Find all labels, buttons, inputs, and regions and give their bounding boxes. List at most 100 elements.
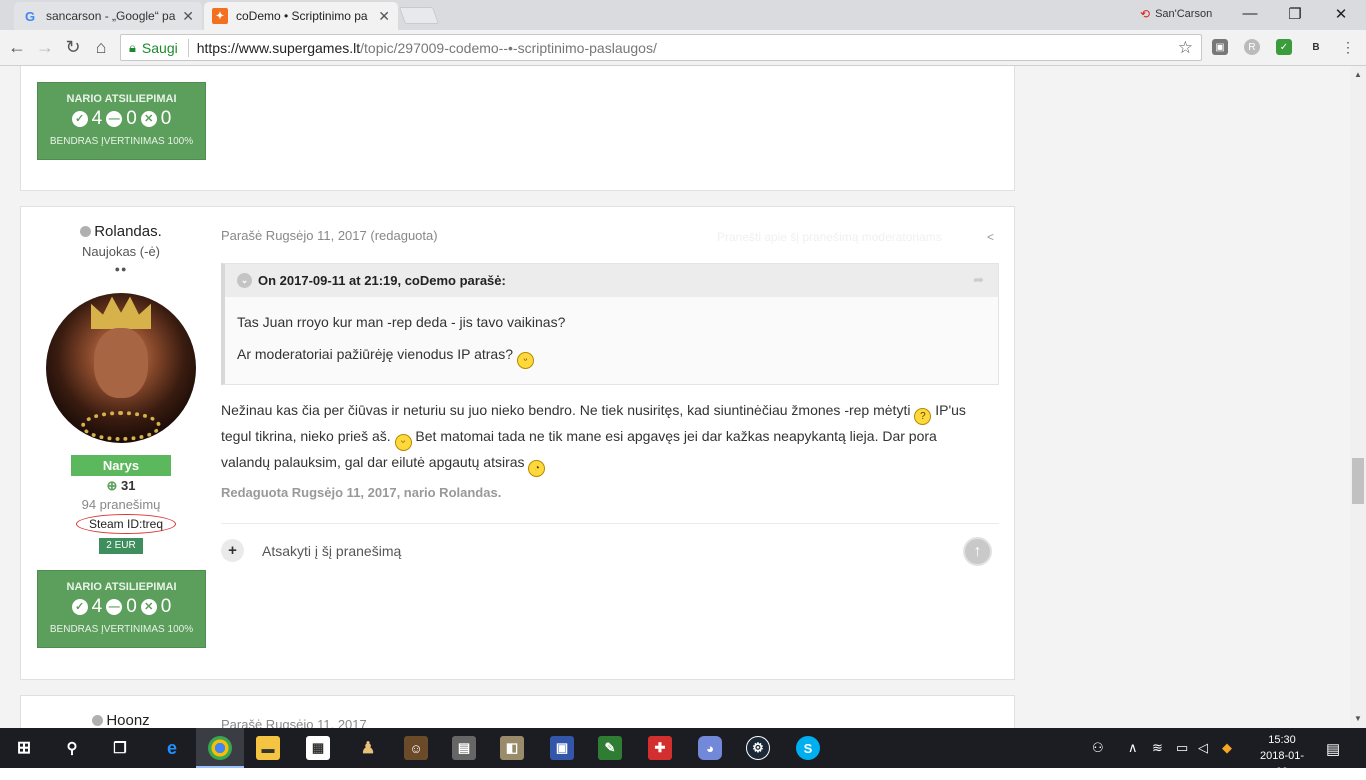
- search-icon[interactable]: ⚲: [60, 736, 84, 760]
- windows-start-icon[interactable]: ⊞: [12, 736, 36, 760]
- positive-count: 4: [91, 108, 103, 129]
- author-name[interactable]: Rolandas.: [94, 223, 162, 240]
- page-scrollbar[interactable]: ▲ ▼: [1350, 66, 1366, 728]
- time: 15:30: [1268, 734, 1296, 746]
- store-icon[interactable]: ▦: [306, 736, 330, 760]
- lock-icon: 🔒︎: [129, 39, 136, 55]
- menu-icon[interactable]: ⋮: [1340, 39, 1356, 55]
- edge-icon[interactable]: e: [160, 736, 184, 760]
- crown-graphic: [91, 296, 151, 329]
- home-icon[interactable]: ⌂: [90, 37, 112, 58]
- task-view-icon[interactable]: ❐: [108, 736, 132, 760]
- close-tab-icon[interactable]: ✕: [182, 8, 194, 25]
- new-tab-button[interactable]: [398, 7, 440, 24]
- scroll-up-arrow-icon[interactable]: ▲: [1354, 70, 1362, 79]
- separator: [187, 38, 189, 57]
- post-date[interactable]: Parašė Rugsėjo 11, 2017: [221, 717, 367, 728]
- clock[interactable]: 15:30 2018-01-09: [1254, 732, 1310, 780]
- volume-icon[interactable]: ◁: [1198, 740, 1208, 756]
- plus-icon[interactable]: +: [221, 539, 244, 562]
- minimize-button[interactable]: —: [1235, 5, 1265, 22]
- scroll-up-icon[interactable]: ↑: [963, 537, 992, 566]
- plus-circle-icon: ⊕: [106, 478, 118, 493]
- tab-google[interactable]: G sancarson - „Google“ pai ✕: [14, 2, 202, 30]
- wifi-icon[interactable]: ≋: [1152, 740, 1163, 756]
- grin-emoji-icon: ᵕ: [516, 352, 534, 369]
- map-app-icon[interactable]: ◧: [500, 736, 524, 760]
- chevron-down-icon[interactable]: ⌄: [237, 273, 252, 288]
- report-link[interactable]: Pranešti apie šį pranešimą moderatoriams: [717, 230, 942, 244]
- post-count: 94 pranešimų: [81, 497, 161, 512]
- steam-icon[interactable]: ⚙: [746, 736, 770, 760]
- author-panel: Hoonz: [21, 712, 221, 728]
- game-icon[interactable]: ☺: [404, 736, 428, 760]
- reputation-footer: BENDRAS ĮVERTINIMAS 100%: [49, 136, 194, 147]
- profile-button[interactable]: ⟲ San'Carson: [1140, 7, 1212, 21]
- grin-emoji-icon: ᵕ: [394, 434, 412, 451]
- tab-codemo[interactable]: ✦ coDemo • Scriptinimo pa ✕: [204, 2, 398, 30]
- share-icon[interactable]: <: [987, 230, 994, 244]
- forward-icon[interactable]: →: [34, 37, 56, 58]
- negative-count: 0: [160, 596, 172, 617]
- browser-toolbar: ← → ↻ ⌂ 🔒︎ Saugi https://www.supergames.…: [0, 30, 1366, 66]
- chess-icon[interactable]: ♟: [356, 736, 380, 760]
- green-check-icon[interactable]: ✓: [1276, 39, 1292, 55]
- reputation-title: NARIO ATSILIEPIMAI: [66, 581, 177, 593]
- skype-icon[interactable]: S: [796, 736, 820, 760]
- network-app-icon[interactable]: ▤: [452, 736, 476, 760]
- tab-title: coDemo • Scriptinimo pa: [236, 9, 368, 23]
- post-date[interactable]: Parašė Rugsėjo 11, 2017 (redaguota): [221, 228, 438, 243]
- group-badge: Narys: [71, 455, 171, 476]
- vk-icon[interactable]: B: [1308, 39, 1324, 55]
- neutral-icon: —: [106, 599, 123, 615]
- scroll-thumb[interactable]: [1352, 458, 1364, 504]
- reputation-title: NARIO ATSILIEPIMAI: [66, 93, 177, 105]
- rank-pips: ●●: [114, 264, 128, 274]
- quote-line-2: Ar moderatoriai pažiūrėję vienodus IP at…: [225, 346, 998, 369]
- battery-icon[interactable]: ▭: [1176, 740, 1188, 756]
- tab-title: sancarson - „Google“ pai: [46, 9, 177, 23]
- post-body: Nežinau kas čia per čiūvas ir neturiu su…: [221, 399, 981, 477]
- quote-citation: On 2017-09-11 at 21:19, coDemo parašė:: [258, 273, 506, 288]
- avatar[interactable]: [46, 293, 196, 443]
- discord-icon[interactable]: ◕: [698, 736, 722, 760]
- date: 2018-01-09: [1259, 750, 1305, 778]
- reply-link[interactable]: Atsakyti į šį pranešimą: [262, 543, 401, 559]
- page-viewport: NARIO ATSILIEPIMAI ✓ 4 —0 ✕ 0 BENDRAS ĮVER…: [0, 66, 1350, 728]
- briefcase-icon[interactable]: ▣: [1212, 39, 1228, 55]
- scroll-down-arrow-icon[interactable]: ▼: [1354, 714, 1362, 723]
- author-rank: Naujokas (-ė): [81, 244, 161, 259]
- reputation-score: ⊕ 31: [21, 478, 221, 494]
- address-bar[interactable]: 🔒︎ Saugi https://www.supergames.lt/topic…: [120, 34, 1202, 61]
- quote-link-icon[interactable]: ➦: [973, 272, 984, 288]
- quote-block: ⌄ On 2017-09-11 at 21:19, coDemo parašė:…: [221, 263, 999, 385]
- offline-status-icon: [92, 715, 104, 726]
- author-name[interactable]: Hoonz: [106, 712, 149, 728]
- reputation-value: 31: [121, 478, 136, 493]
- bookmark-star-icon[interactable]: ☆: [1178, 38, 1193, 58]
- offline-status-icon: [80, 226, 92, 237]
- next-post: Hoonz Parašė Rugsėjo 11, 2017: [20, 695, 1015, 728]
- edited-note: Redaguota Rugsėjo 11, 2017, nario Roland…: [221, 485, 502, 500]
- file-explorer-icon[interactable]: ▬: [256, 736, 280, 760]
- close-tab-icon[interactable]: ✕: [378, 8, 390, 25]
- r-icon[interactable]: R: [1244, 39, 1260, 55]
- people-icon[interactable]: ⚇: [1092, 740, 1104, 756]
- chrome-icon[interactable]: [208, 736, 232, 760]
- app-tray-icon[interactable]: ◆: [1222, 740, 1232, 756]
- restore-button[interactable]: ❐: [1280, 5, 1310, 23]
- tray-chevron-icon[interactable]: ∧: [1128, 740, 1138, 756]
- reputation-footer: BENDRAS ĮVERTINIMAS 100%: [49, 624, 194, 635]
- windows-taskbar: ⊞ ⚲ ❐ e ▬ ▦ ♟ ☺ ▤ ◧ ▣ ✎ ✚ ◕ ⚙ S ⚇ ∧ ≋ ▭ …: [0, 728, 1366, 778]
- gift-icon[interactable]: ✚: [648, 736, 672, 760]
- google-icon: G: [24, 8, 36, 24]
- positive-icon: ✓: [71, 111, 88, 127]
- reload-icon[interactable]: ↻: [62, 37, 84, 58]
- remote-app-icon[interactable]: ▣: [550, 736, 574, 760]
- back-icon[interactable]: ←: [6, 37, 28, 58]
- close-window-button[interactable]: ✕: [1326, 5, 1356, 23]
- neutral-count: 0: [126, 596, 137, 617]
- notepad-icon[interactable]: ✎: [598, 736, 622, 760]
- secure-label: Saugi: [141, 39, 178, 56]
- notifications-icon[interactable]: ▤: [1326, 740, 1340, 758]
